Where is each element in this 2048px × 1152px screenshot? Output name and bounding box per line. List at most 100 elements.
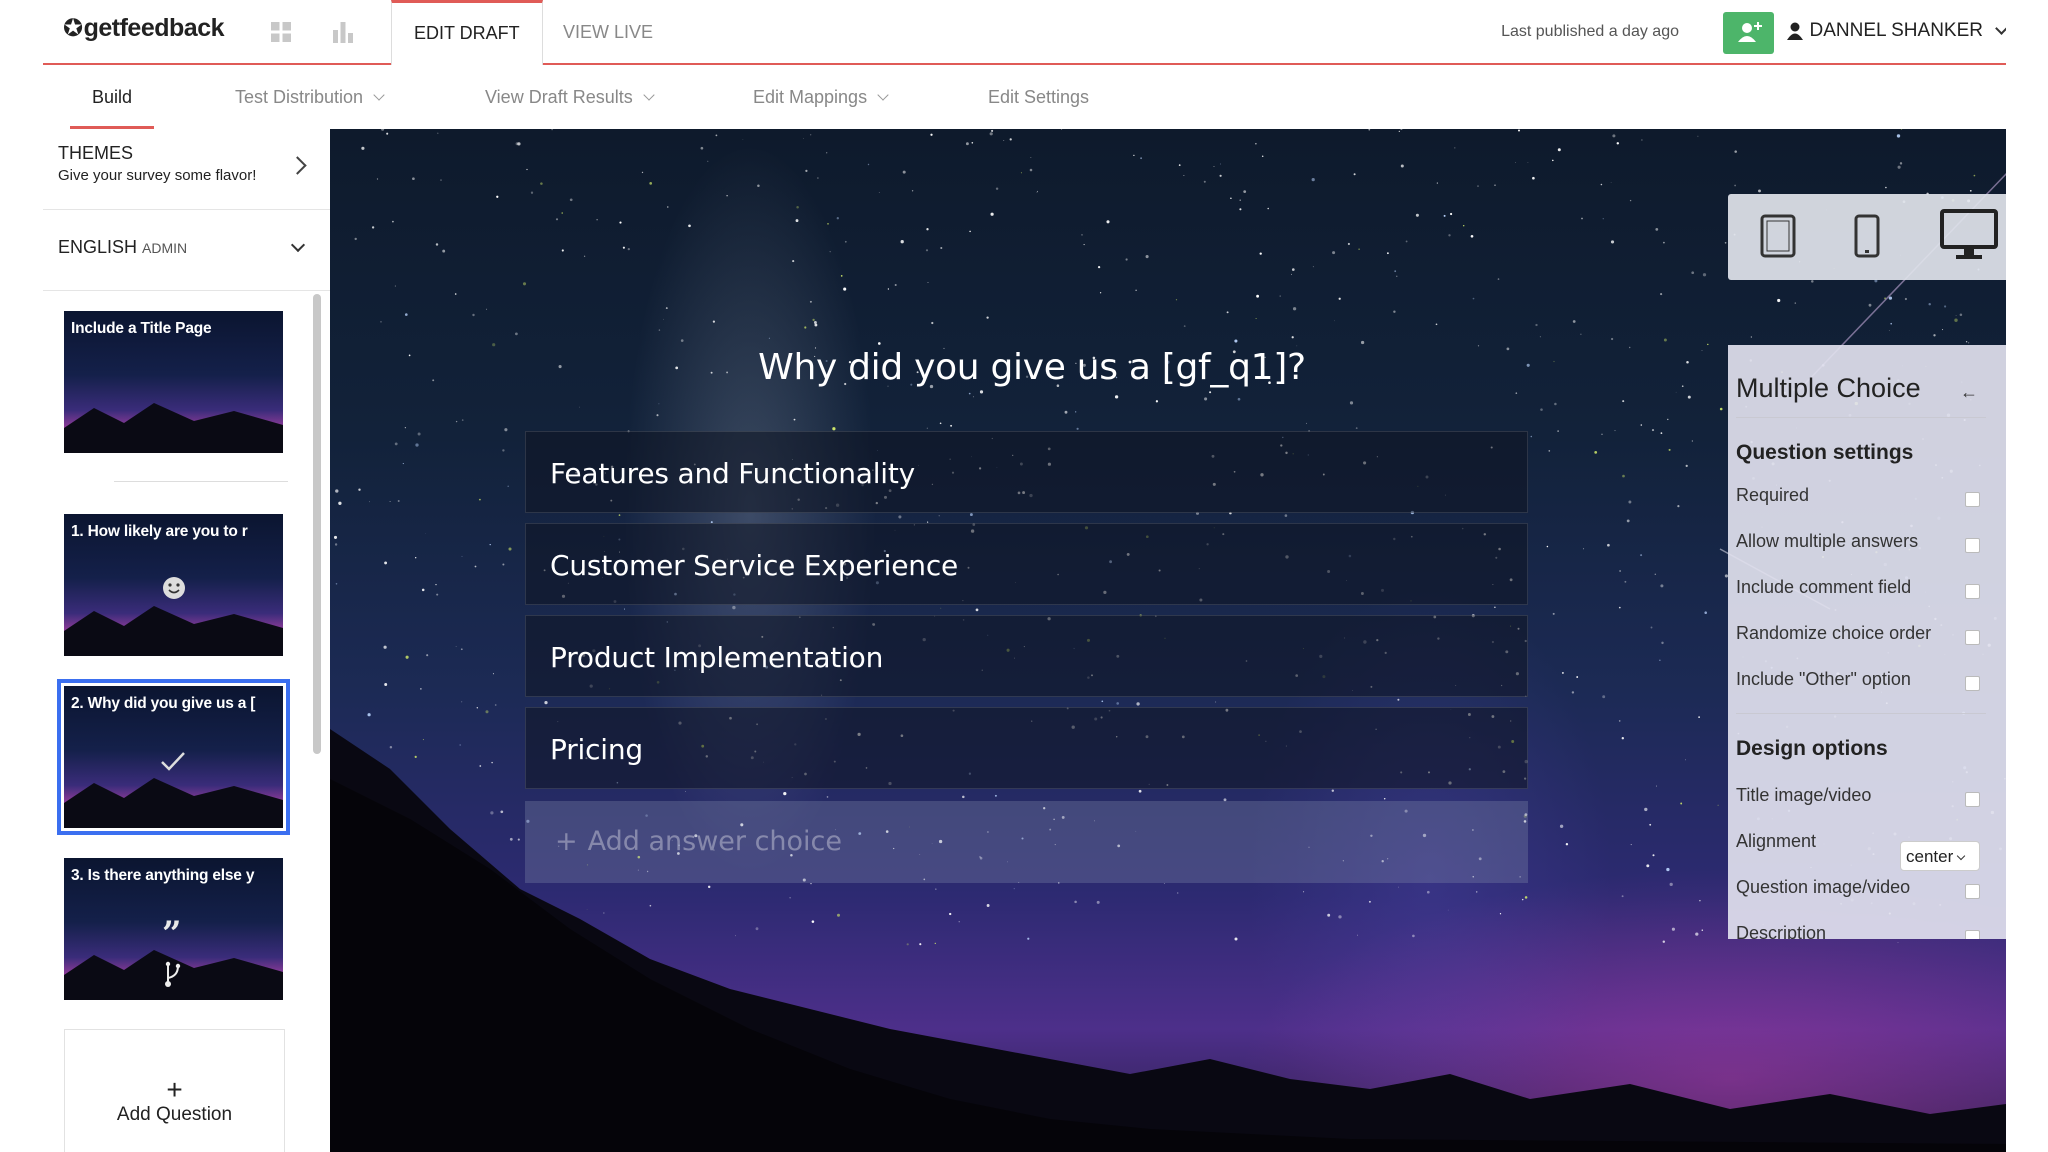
- subtab-label: View Draft Results: [485, 87, 633, 107]
- question-image-video-label: Question image/video: [1736, 877, 1911, 897]
- user-menu[interactable]: DANNEL SHANKER: [1787, 20, 2006, 42]
- phone-icon[interactable]: [1854, 214, 1880, 258]
- subtab-build-label: Build: [92, 87, 133, 107]
- required-checkbox[interactable]: [1965, 492, 1980, 507]
- subtab-label: Edit Settings: [988, 87, 1090, 107]
- page-thumbnail-label: 2. Why did you give us a [: [71, 695, 256, 712]
- include-other-option-label: Include "Other" option: [1736, 669, 1911, 689]
- divider: [1736, 417, 1986, 418]
- alignment-label: Alignment: [1736, 831, 1817, 851]
- subtab-edit-mappings[interactable]: Edit Mappings: [753, 65, 889, 129]
- device-preview-switcher: [1728, 194, 2006, 280]
- allow-multiple-answers-label: Allow multiple answers: [1736, 531, 1919, 551]
- add-answer-choice-button[interactable]: + Add answer choice: [525, 801, 1528, 883]
- alignment-value: center: [1906, 847, 1954, 866]
- add-user-icon: [1738, 22, 1762, 42]
- themes-title: THEMES: [58, 143, 134, 163]
- add-question-label: Add Question: [116, 1104, 233, 1125]
- language-name: ENGLISH: [58, 237, 138, 257]
- getfeedback-logo[interactable]: ✪getfeedback: [63, 14, 225, 43]
- chevron-down-icon: [1957, 851, 1966, 861]
- page-thumbnail-q1[interactable]: 1. How likely are you to r: [64, 514, 283, 656]
- question-settings-panel: Multiple Choice ← Question settings Requ…: [1728, 345, 2006, 939]
- plus-icon: +: [166, 1074, 183, 1105]
- answer-choice-label: Pricing: [550, 733, 643, 766]
- subtab-label: Edit Mappings: [753, 87, 868, 107]
- alignment-select[interactable]: center: [1900, 841, 1980, 871]
- chevron-down-icon: [877, 89, 889, 101]
- subtab-edit-settings[interactable]: Edit Settings: [988, 65, 1089, 129]
- page-thumbnail-label: 3. Is there anything else y: [71, 867, 255, 884]
- language-label: ENGLISH ADMIN: [58, 237, 187, 258]
- add-answer-choice-label: Add answer choice: [587, 826, 843, 857]
- answer-choice[interactable]: Features and Functionality: [525, 431, 1528, 513]
- question-title[interactable]: Why did you give us a [gf_q1]?: [330, 347, 1734, 388]
- title-image-video-checkbox[interactable]: [1965, 792, 1980, 807]
- checkmark-icon: [161, 752, 185, 771]
- description-checkbox[interactable]: [1965, 930, 1980, 939]
- grid-icon[interactable]: [269, 20, 293, 44]
- mountain-silhouette: [64, 778, 283, 828]
- subtab-view-draft-results[interactable]: View Draft Results: [485, 65, 655, 129]
- chevron-down-icon: [373, 89, 385, 101]
- chevron-right-icon: [288, 156, 307, 175]
- logo-text: getfeedback: [83, 14, 225, 42]
- answer-choice[interactable]: Customer Service Experience: [525, 523, 1528, 605]
- themes-panel[interactable]: THEMES Give your survey some flavor!: [43, 129, 330, 210]
- include-other-option-checkbox[interactable]: [1965, 676, 1980, 691]
- language-selector[interactable]: ENGLISH ADMIN: [43, 210, 330, 291]
- include-comment-field-label: Include comment field: [1736, 577, 1912, 597]
- subtab-label: Test Distribution: [235, 87, 364, 107]
- page-thumbnail-title[interactable]: Include a Title Page: [64, 311, 283, 453]
- mountain-silhouette: [64, 606, 283, 656]
- question-image-video-checkbox[interactable]: [1965, 884, 1980, 899]
- subtab-test-distribution[interactable]: Test Distribution: [235, 65, 385, 129]
- question-settings-heading: Question settings: [1736, 441, 1914, 464]
- mountain-silhouette: [64, 403, 283, 453]
- page-thumbnail-label: Include a Title Page: [71, 320, 212, 337]
- survey-preview-canvas: Why did you give us a [gf_q1]? Features …: [330, 129, 2006, 1152]
- sub-navigation: Build Test Distribution View Draft Resul…: [43, 65, 2006, 130]
- answer-choice[interactable]: Product Implementation: [525, 615, 1528, 697]
- page-thumbnail-q3[interactable]: 3. Is there anything else y ”: [64, 858, 283, 1000]
- title-image-video-label: Title image/video: [1736, 785, 1872, 805]
- themes-subtitle: Give your survey some flavor!: [58, 167, 257, 184]
- desktop-icon[interactable]: [1940, 209, 1998, 261]
- user-name: DANNEL SHANKER: [1809, 20, 1983, 41]
- sidebar: THEMES Give your survey some flavor! ENG…: [43, 129, 331, 1152]
- app-window: ✪getfeedback EDIT DRAFT VIEW LIVE Last p…: [43, 0, 2006, 1152]
- sidebar-scrollbar-thumb[interactable]: [313, 294, 321, 754]
- back-arrow-icon[interactable]: ←: [1960, 382, 1978, 403]
- language-role: ADMIN: [142, 240, 188, 256]
- chevron-down-icon: [290, 237, 306, 253]
- divider: [1736, 713, 1986, 714]
- include-comment-field-checkbox[interactable]: [1965, 584, 1980, 599]
- star-logo-icon: ✪: [63, 15, 83, 42]
- answer-choice[interactable]: Pricing: [525, 707, 1528, 789]
- randomize-choice-order-label: Randomize choice order: [1736, 623, 1932, 643]
- user-icon: [1787, 22, 1804, 40]
- randomize-choice-order-checkbox[interactable]: [1965, 630, 1980, 645]
- tablet-icon[interactable]: [1760, 214, 1796, 258]
- tab-edit-draft[interactable]: EDIT DRAFT: [391, 0, 543, 65]
- add-question-button[interactable]: + Add Question: [64, 1029, 285, 1152]
- subtab-build[interactable]: Build: [69, 65, 155, 129]
- add-user-button[interactable]: [1723, 12, 1774, 54]
- description-label: Description: [1736, 923, 1827, 939]
- top-bar: ✪getfeedback EDIT DRAFT VIEW LIVE Last p…: [43, 0, 2006, 65]
- quote-icon: ”: [162, 914, 182, 954]
- tab-view-live[interactable]: VIEW LIVE: [541, 0, 675, 63]
- page-thumbnail-q2[interactable]: 2. Why did you give us a [: [57, 679, 290, 835]
- allow-multiple-answers-checkbox[interactable]: [1965, 538, 1980, 553]
- chevron-down-icon: [643, 89, 655, 101]
- add-answer-choice-row: + Add answer choice: [555, 826, 842, 857]
- smiley-icon: [163, 577, 185, 599]
- answer-choice-label: Features and Functionality: [550, 457, 916, 490]
- bar-chart-icon[interactable]: [331, 20, 355, 44]
- branch-icon: [165, 961, 181, 987]
- page-thumbnail-label: 1. How likely are you to r: [71, 523, 248, 540]
- divider: [114, 481, 288, 482]
- plus-icon: +: [555, 826, 578, 857]
- last-published-text: Last published a day ago: [1501, 23, 1679, 40]
- design-options-heading: Design options: [1736, 737, 1888, 760]
